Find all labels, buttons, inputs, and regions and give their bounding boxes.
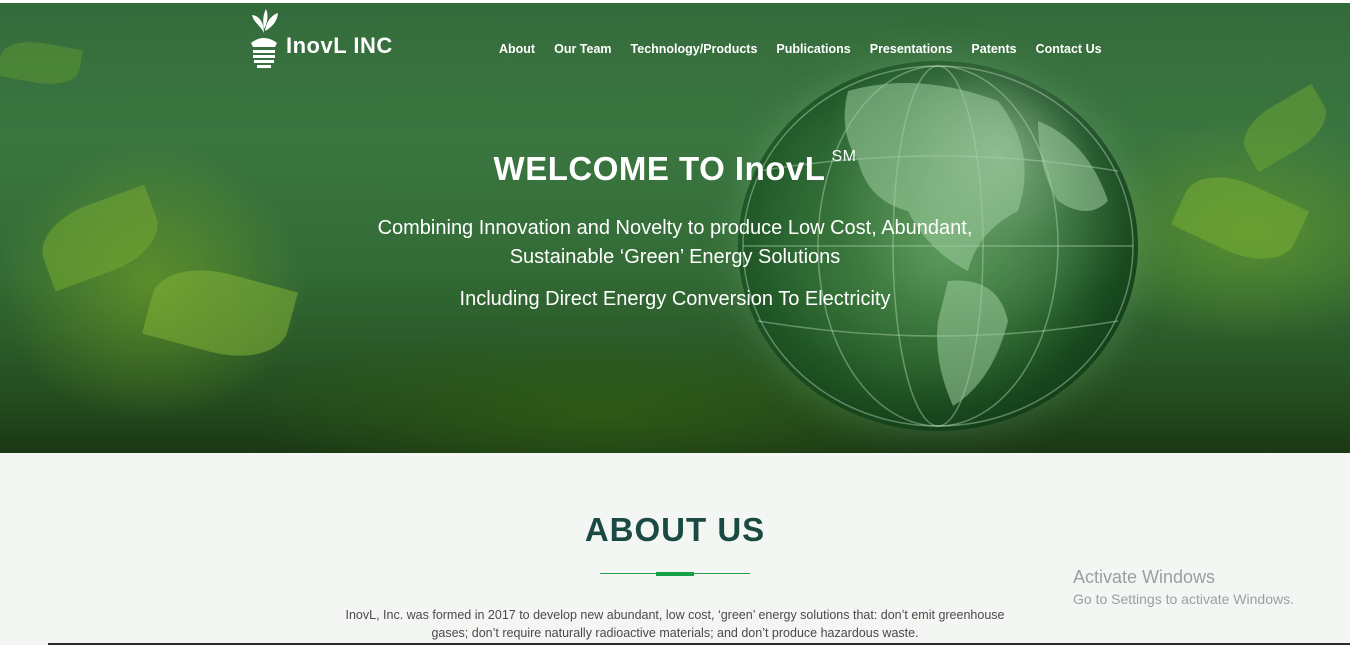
- nav-item-publications[interactable]: Publications: [776, 42, 850, 56]
- brand-name: InovL INC: [286, 33, 393, 58]
- nav-item-patents[interactable]: Patents: [971, 42, 1016, 56]
- hero-title: WELCOME TO InovL SM: [0, 148, 1350, 188]
- hero-title-text: WELCOME TO InovL: [493, 150, 826, 187]
- hero-subtitle: Combining Innovation and Novelty to prod…: [377, 217, 973, 268]
- nav-item-contact-us[interactable]: Contact Us: [1036, 42, 1102, 56]
- watermark-subtitle: Go to Settings to activate Windows.: [1073, 591, 1294, 607]
- logo[interactable]: InovL INC: [248, 6, 393, 72]
- about-description: InovL, Inc. was formed in 2017 to develo…: [345, 608, 1005, 640]
- windows-activation-watermark: Activate Windows Go to Settings to activ…: [1073, 567, 1294, 607]
- page: InovL INC About Our Team Technology/Prod…: [0, 0, 1350, 645]
- leaf-bulb-logo-icon: [248, 7, 280, 71]
- hero-subtitle-secondary: Including Direct Energy Conversion To El…: [459, 288, 891, 310]
- main-nav: About Our Team Technology/Products Publi…: [499, 42, 1121, 56]
- nav-item-technology-products[interactable]: Technology/Products: [631, 42, 758, 56]
- about-section: ABOUT US InovL, Inc. was formed in 2017 …: [0, 453, 1350, 645]
- nav-item-about[interactable]: About: [499, 42, 535, 56]
- service-mark: SM: [831, 148, 857, 165]
- about-title: ABOUT US: [584, 511, 766, 548]
- nav-item-presentations[interactable]: Presentations: [870, 42, 953, 56]
- section-divider-accent: [656, 572, 694, 576]
- nav-item-our-team[interactable]: Our Team: [554, 42, 611, 56]
- watermark-title: Activate Windows: [1073, 567, 1216, 587]
